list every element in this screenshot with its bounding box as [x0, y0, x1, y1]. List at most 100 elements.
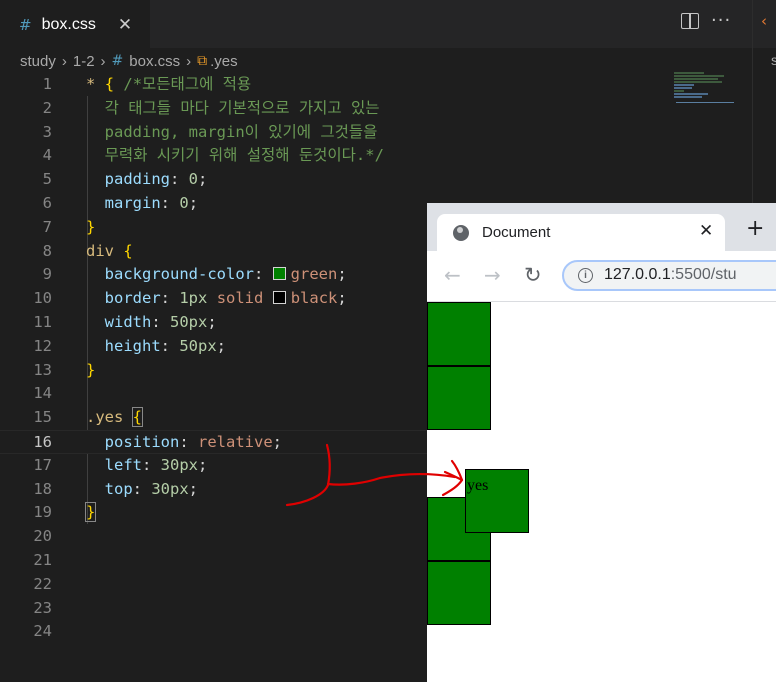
code-comment: padding, margin이 있기에 그것들을: [104, 122, 378, 141]
css-property: top: [104, 479, 133, 498]
brace: {: [131, 407, 144, 428]
html-tag-icon: ‹: [761, 12, 767, 30]
brace: }: [86, 360, 96, 379]
editor-tab-bar: # box.css ✕ ···: [0, 0, 776, 49]
css-value: 0: [188, 170, 199, 189]
line-number: 13: [33, 360, 52, 379]
more-actions-icon[interactable]: ···: [711, 10, 731, 31]
line-number: 5: [42, 170, 52, 189]
address-bar[interactable]: i 127.0.0.1:5500/stu: [562, 260, 776, 291]
editor-tab-box-css[interactable]: # box.css ✕: [0, 0, 150, 49]
browser-tab[interactable]: Document ✕: [437, 214, 725, 251]
green-div-box: [427, 302, 491, 366]
code-line: 2 각 태그들 마다 기본적으로 가지고 있는: [0, 97, 776, 121]
css-property: width: [104, 312, 152, 331]
breadcrumb-item-folder[interactable]: study: [20, 53, 56, 70]
code-line: 4 무력화 시키기 위해 설정해 둔것이다.*/: [0, 144, 776, 168]
line-number: 3: [42, 122, 52, 141]
brace: }: [86, 217, 96, 236]
line-number: 23: [33, 598, 52, 617]
code-comment: 무력화 시키기 위해 설정해 둔것이다.*/: [104, 146, 384, 165]
brace: }: [84, 502, 97, 523]
breadcrumb-item-subfolder[interactable]: 1-2: [73, 53, 95, 70]
code-line: 5 padding: 0;: [0, 168, 776, 192]
url-text[interactable]: 127.0.0.1:5500/stu: [604, 266, 737, 284]
second-breadcrumb-fragment: s: [771, 52, 776, 68]
breadcrumb: study › 1-2 › # box.css › ⧉ .yes: [20, 50, 238, 72]
line-number: 2: [42, 98, 52, 117]
color-swatch-icon[interactable]: [272, 267, 286, 281]
line-number: 4: [42, 146, 52, 165]
css-value: 0: [179, 193, 189, 212]
split-editor-icon[interactable]: [681, 13, 699, 29]
line-number: 17: [33, 455, 52, 474]
color-swatch-icon[interactable]: [272, 291, 286, 305]
breadcrumb-item-symbol[interactable]: .yes: [210, 53, 238, 70]
line-number: 24: [33, 622, 52, 641]
close-icon[interactable]: ✕: [699, 221, 713, 241]
css-value: 30px: [151, 479, 189, 498]
browser-tab-title: Document: [482, 224, 551, 241]
browser-window: Document ✕ + ← → ↻ i 127.0.0.1:5500/stu …: [427, 203, 776, 682]
chevron-right-icon: ›: [186, 52, 192, 70]
line-number: 18: [33, 479, 52, 498]
css-value: relative: [198, 432, 273, 451]
css-value: 30px: [160, 455, 198, 474]
line-number: 7: [42, 217, 52, 236]
chevron-right-icon: ›: [100, 52, 106, 70]
yes-box: yes: [465, 469, 529, 533]
css-value: 50px: [179, 336, 217, 355]
breadcrumb-item-file[interactable]: box.css: [129, 53, 180, 70]
yes-box-label: yes: [467, 477, 489, 494]
code-comment: /*모든태그에 적용: [123, 75, 252, 93]
css-property: border: [104, 289, 161, 308]
css-value: black: [290, 289, 338, 308]
line-number: 22: [33, 574, 52, 593]
css-hash-icon: #: [111, 53, 124, 69]
line-number: 14: [33, 384, 52, 403]
line-number: 9: [42, 265, 52, 284]
code-line: 3 padding, margin이 있기에 그것들을: [0, 121, 776, 145]
browser-tab-strip: Document ✕ +: [427, 203, 776, 251]
close-icon[interactable]: ✕: [118, 15, 132, 35]
line-number: 10: [33, 289, 52, 308]
line-number: 12: [33, 336, 52, 355]
back-arrow-icon[interactable]: ←: [444, 263, 461, 287]
css-property: background-color: [104, 265, 254, 284]
css-property: left: [104, 455, 142, 474]
code-comment: 각 태그들 마다 기본적으로 가지고 있는: [104, 98, 380, 117]
css-value: solid: [216, 289, 264, 308]
page-viewport: yes: [427, 302, 776, 682]
line-number: 21: [33, 550, 52, 569]
browser-toolbar: ← → ↻ i 127.0.0.1:5500/stu: [427, 251, 776, 302]
code-line: 1 * { /*모든태그에 적용: [0, 73, 776, 97]
green-div-box: [427, 366, 491, 430]
css-hash-icon: #: [19, 16, 32, 34]
line-number: 20: [33, 527, 52, 546]
green-div-box: [427, 561, 491, 625]
css-value: 1px: [179, 289, 208, 308]
forward-arrow-icon[interactable]: →: [484, 263, 501, 287]
info-icon[interactable]: i: [578, 268, 593, 283]
css-property: margin: [104, 193, 161, 212]
line-number: 6: [42, 193, 52, 212]
css-value: 50px: [170, 312, 208, 331]
css-property: height: [104, 336, 161, 355]
globe-icon: [453, 225, 469, 241]
url-rest: :5500/stu: [670, 266, 737, 283]
line-number: 8: [42, 241, 52, 260]
css-value: green: [290, 265, 338, 284]
brace: {: [123, 241, 133, 260]
symbol-class-icon: ⧉: [197, 53, 208, 69]
css-selector: *: [86, 75, 96, 93]
css-selector: .yes: [86, 408, 124, 427]
new-tab-button[interactable]: +: [746, 218, 764, 240]
line-number: 16: [33, 432, 52, 451]
reload-icon[interactable]: ↻: [524, 263, 542, 287]
editor-tab-filename: box.css: [41, 16, 96, 33]
css-property: padding: [104, 170, 170, 189]
line-number: 19: [33, 503, 52, 522]
second-editor-tab[interactable]: ‹: [753, 0, 776, 48]
url-host: 127.0.0.1: [604, 266, 671, 283]
line-number: 1: [42, 75, 52, 93]
